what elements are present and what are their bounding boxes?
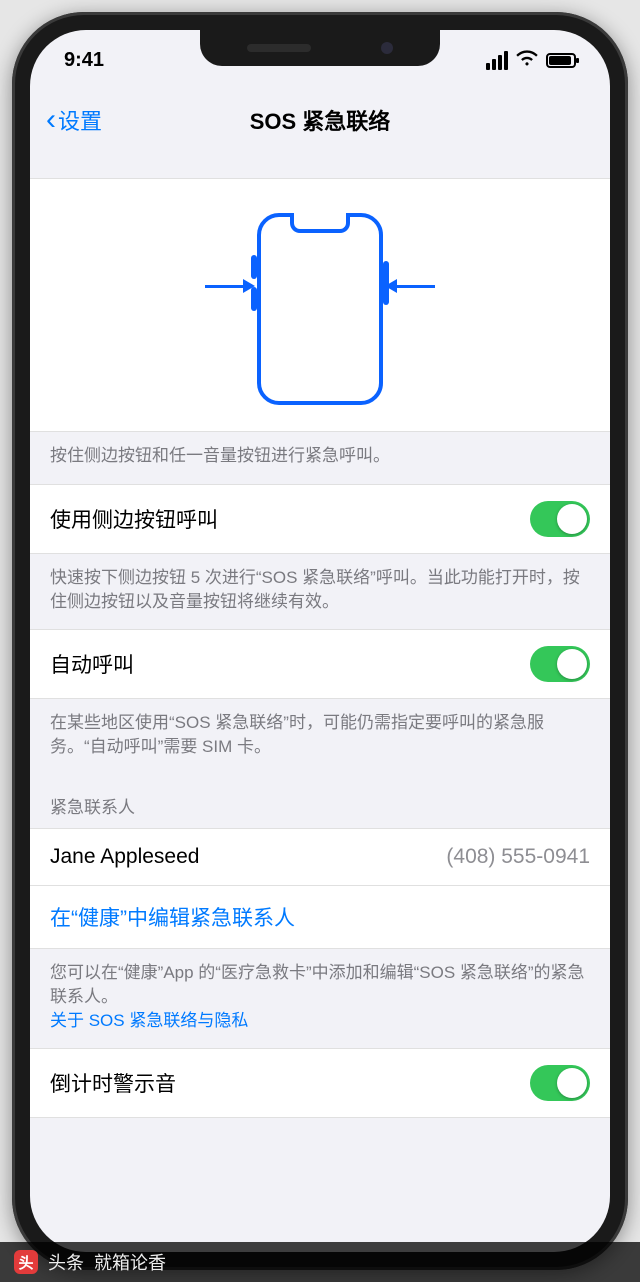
attribution-bar: 头 头条 就箱论香 [0, 1242, 640, 1282]
battery-icon [546, 53, 576, 68]
toutiao-logo-icon: 头 [14, 1250, 38, 1274]
row-countdown-sound[interactable]: 倒计时警示音 [30, 1048, 610, 1118]
device-screen: 9:41 ‹ 设置 SOS 紧急联络 [30, 30, 610, 1252]
phone-illustration [257, 213, 383, 405]
arrow-right-icon [205, 279, 255, 293]
back-label: 设置 [58, 104, 102, 136]
status-time: 9:41 [64, 49, 104, 72]
illustration-caption: 按住侧边按钮和任一音量按钮进行紧急呼叫。 [30, 432, 610, 484]
arrow-left-icon [385, 279, 435, 293]
footer-contacts: 您可以在“健康”App 的“医疗急救卡”中添加和编辑“SOS 紧急联络”的紧急联… [30, 949, 610, 1048]
privacy-link[interactable]: 关于 SOS 紧急联络与隐私 [50, 1011, 248, 1030]
row-label: 使用侧边按钮呼叫 [50, 504, 218, 534]
toggle-auto-call[interactable] [530, 646, 590, 682]
toggle-side-button-call[interactable] [530, 501, 590, 537]
status-indicators [486, 49, 576, 72]
settings-content[interactable]: 按住侧边按钮和任一音量按钮进行紧急呼叫。 使用侧边按钮呼叫 快速按下侧边按钮 5… [30, 150, 610, 1252]
chevron-left-icon: ‹ [46, 105, 56, 135]
page-title: SOS 紧急联络 [250, 104, 391, 136]
link-label: 在“健康”中编辑紧急联系人 [50, 902, 295, 932]
contact-phone: (408) 555-0941 [446, 845, 590, 869]
header-emergency-contacts: 紧急联系人 [30, 775, 610, 828]
row-auto-call[interactable]: 自动呼叫 [30, 629, 610, 699]
row-edit-contacts-link[interactable]: 在“健康”中编辑紧急联系人 [30, 886, 610, 949]
wifi-icon [516, 49, 538, 72]
contact-name: Jane Appleseed [50, 845, 199, 869]
attribution-source: 头条 [48, 1249, 84, 1275]
illustration-card [30, 178, 610, 432]
device-notch [200, 30, 440, 66]
front-camera [381, 42, 393, 54]
attribution-author: 就箱论香 [94, 1249, 166, 1275]
row-emergency-contact[interactable]: Jane Appleseed (408) 555-0941 [30, 828, 610, 886]
row-side-button-call[interactable]: 使用侧边按钮呼叫 [30, 484, 610, 554]
row-label: 倒计时警示音 [50, 1068, 176, 1098]
speaker-grille [247, 44, 311, 52]
device-frame: 9:41 ‹ 设置 SOS 紧急联络 [12, 12, 628, 1270]
footer-side-button: 快速按下侧边按钮 5 次进行“SOS 紧急联络”呼叫。当此功能打开时，按住侧边按… [30, 554, 610, 630]
footer-auto-call: 在某些地区使用“SOS 紧急联络”时，可能仍需指定要呼叫的紧急服务。“自动呼叫”… [30, 699, 610, 775]
row-label: 自动呼叫 [50, 649, 134, 679]
toggle-countdown-sound[interactable] [530, 1065, 590, 1101]
cell-signal-icon [486, 51, 508, 70]
back-button[interactable]: ‹ 设置 [46, 104, 102, 136]
navigation-bar: ‹ 设置 SOS 紧急联络 [30, 90, 610, 150]
